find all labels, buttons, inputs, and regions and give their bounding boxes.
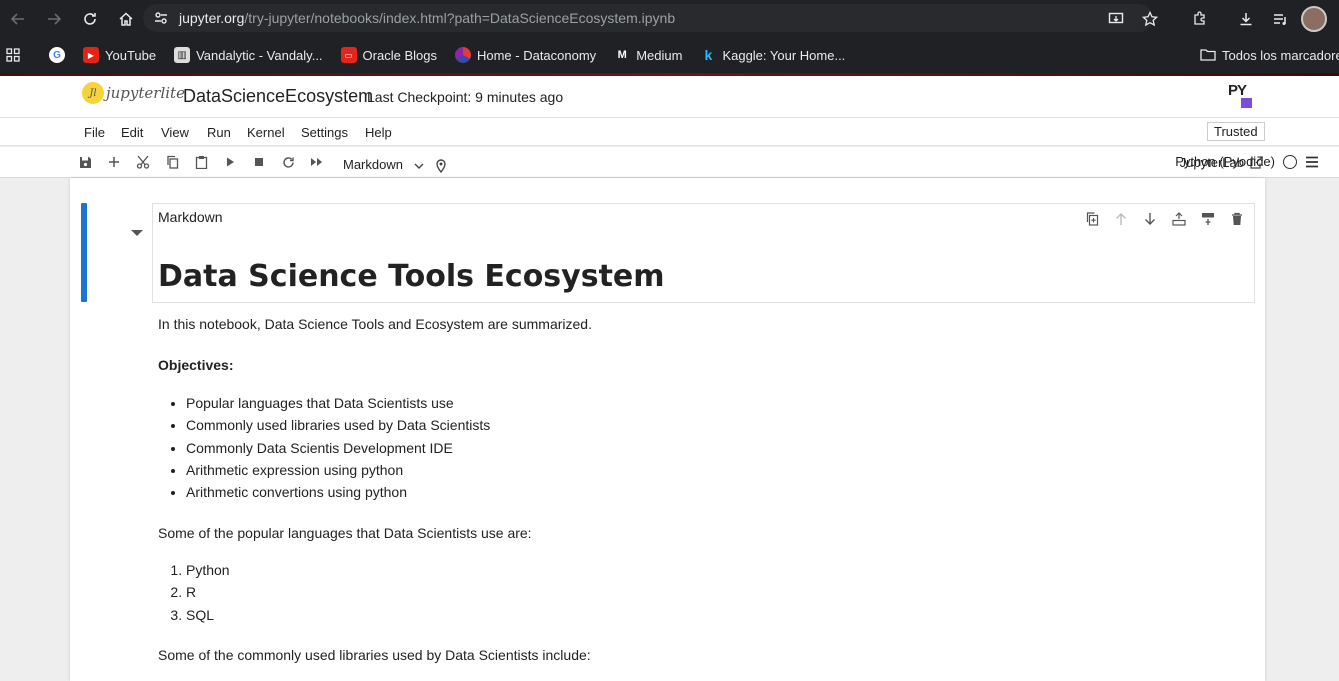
youtube-icon: ▶ xyxy=(83,47,99,63)
menu-file[interactable]: File xyxy=(84,125,105,140)
medium-icon: M xyxy=(617,49,627,61)
run-icon[interactable] xyxy=(222,154,238,170)
bookmarks-bar: G ▶ YouTube ▥ Vandalytic - Vandaly... ▭ … xyxy=(0,37,1339,73)
objectives-heading: Objectives: xyxy=(158,357,234,373)
apps-grid-icon xyxy=(6,48,20,62)
copy-icon[interactable] xyxy=(164,154,180,170)
bookmark-google[interactable]: G xyxy=(40,37,74,73)
menu-run[interactable]: Run xyxy=(207,125,231,140)
menu-kernel[interactable]: Kernel xyxy=(247,125,285,140)
intro-text: In this notebook, Data Science Tools and… xyxy=(158,316,592,332)
list-item: R xyxy=(186,581,230,603)
arrow-right-icon xyxy=(48,12,62,25)
kernel-idle-icon xyxy=(1283,154,1297,169)
cut-icon[interactable] xyxy=(135,154,151,170)
menu-view[interactable]: View xyxy=(161,125,189,140)
google-icon: G xyxy=(49,47,65,63)
back-button[interactable] xyxy=(0,0,36,37)
cell-type-dropdown[interactable]: Markdown xyxy=(343,155,447,173)
list-item: Commonly used libraries used by Data Sci… xyxy=(186,414,490,436)
kaggle-icon: k xyxy=(704,47,713,63)
restart-icon[interactable] xyxy=(280,154,296,170)
delete-cell-icon[interactable] xyxy=(1228,210,1246,228)
apps-button[interactable] xyxy=(0,37,40,73)
menu-settings[interactable]: Settings xyxy=(301,125,348,140)
map-pin-icon[interactable] xyxy=(435,159,447,173)
menu-help[interactable]: Help xyxy=(365,125,392,140)
notebook-toolbar: Markdown JupyterLab Python (Pyodide) xyxy=(0,147,1339,178)
markdown-cell-editor[interactable]: Markdown Data Science Tools Ecosystem xyxy=(152,203,1255,303)
oracle-icon: ▭ xyxy=(340,47,357,63)
jupyterlite-logo[interactable]: Jl jupyterlite xyxy=(82,82,185,104)
paste-icon[interactable] xyxy=(193,154,209,170)
bookmark-kaggle[interactable]: k Kaggle: Your Home... xyxy=(691,37,854,73)
star-icon[interactable] xyxy=(1135,4,1165,34)
reload-button[interactable] xyxy=(72,0,108,37)
jupyterlite-logo-icon: Jl xyxy=(82,82,104,104)
languages-list: Python R SQL xyxy=(158,559,230,626)
restart-run-all-icon[interactable] xyxy=(309,154,325,170)
address-bar[interactable]: jupyter.org/try-jupyter/notebooks/index.… xyxy=(143,4,1153,32)
add-cell-icon[interactable] xyxy=(106,154,122,170)
list-item: Arithmetic convertions using python xyxy=(186,481,490,503)
menu-bar: File Edit View Run Kernel Settings Help … xyxy=(0,118,1339,146)
arrow-left-icon xyxy=(10,12,24,25)
list-item: Popular languages that Data Scientists u… xyxy=(186,392,490,414)
site-info-icon[interactable] xyxy=(153,10,169,26)
notebook-panel: Markdown Data Science Tools Ecosystem In… xyxy=(70,178,1265,681)
active-cell-indicator[interactable] xyxy=(81,203,87,302)
pyodide-logo: PY xyxy=(1228,82,1254,110)
collapse-caret-icon[interactable] xyxy=(131,230,143,236)
bookmark-youtube[interactable]: ▶ YouTube xyxy=(74,37,165,73)
trusted-badge[interactable]: Trusted xyxy=(1207,122,1265,141)
cell-type-label: Markdown xyxy=(158,209,223,225)
forward-button[interactable] xyxy=(36,0,72,37)
folder-icon xyxy=(1200,49,1216,61)
install-app-icon[interactable] xyxy=(1101,4,1131,34)
move-down-icon[interactable] xyxy=(1141,210,1159,228)
save-icon[interactable] xyxy=(77,154,93,170)
bookmark-medium[interactable]: M Medium xyxy=(605,37,691,73)
menu-edit[interactable]: Edit xyxy=(121,125,143,140)
dataconomy-icon xyxy=(454,47,471,63)
list-item: Commonly Data Scientis Development IDE xyxy=(186,437,490,459)
url-text: jupyter.org/try-jupyter/notebooks/index.… xyxy=(179,10,676,26)
list-item: Arithmetic expression using python xyxy=(186,459,490,481)
chevron-down-icon xyxy=(414,163,424,169)
home-icon xyxy=(119,11,133,26)
move-up-icon[interactable] xyxy=(1112,210,1130,228)
browser-toolbar: jupyter.org/try-jupyter/notebooks/index.… xyxy=(0,0,1339,37)
insert-above-icon[interactable] xyxy=(1170,210,1188,228)
profile-avatar[interactable] xyxy=(1299,4,1329,34)
reload-icon xyxy=(84,12,96,25)
objectives-list: Popular languages that Data Scientists u… xyxy=(158,392,490,503)
bookmark-vandalytic[interactable]: ▥ Vandalytic - Vandaly... xyxy=(165,37,331,73)
notebook-title[interactable]: DataScienceEcosystem xyxy=(183,86,373,107)
cell-heading: Data Science Tools Ecosystem xyxy=(158,259,665,294)
cell-actions xyxy=(1083,210,1246,228)
bookmark-oracle[interactable]: ▭ Oracle Blogs xyxy=(332,37,446,73)
bookmark-dataconomy[interactable]: Home - Dataconomy xyxy=(446,37,605,73)
extensions-icon[interactable] xyxy=(1185,4,1215,34)
libraries-intro: Some of the commonly used libraries used… xyxy=(158,647,591,663)
menu-icon[interactable] xyxy=(1305,156,1319,168)
list-item: Python xyxy=(186,559,230,581)
download-icon[interactable] xyxy=(1231,4,1261,34)
duplicate-cell-icon[interactable] xyxy=(1083,210,1101,228)
home-button[interactable] xyxy=(108,0,144,37)
all-bookmarks-folder[interactable]: Todos los marcadores xyxy=(1191,37,1339,73)
jupyter-header: Jl jupyterlite DataScienceEcosystem Last… xyxy=(0,76,1339,118)
last-checkpoint: Last Checkpoint: 9 minutes ago xyxy=(367,89,564,105)
media-control-icon[interactable] xyxy=(1265,4,1295,34)
list-item: SQL xyxy=(186,604,230,626)
languages-intro: Some of the popular languages that Data … xyxy=(158,525,532,541)
kernel-status[interactable]: Python (Pyodide) xyxy=(1175,154,1319,169)
stop-icon[interactable] xyxy=(251,154,267,170)
vandalytic-icon: ▥ xyxy=(174,47,191,63)
insert-below-icon[interactable] xyxy=(1199,210,1217,228)
